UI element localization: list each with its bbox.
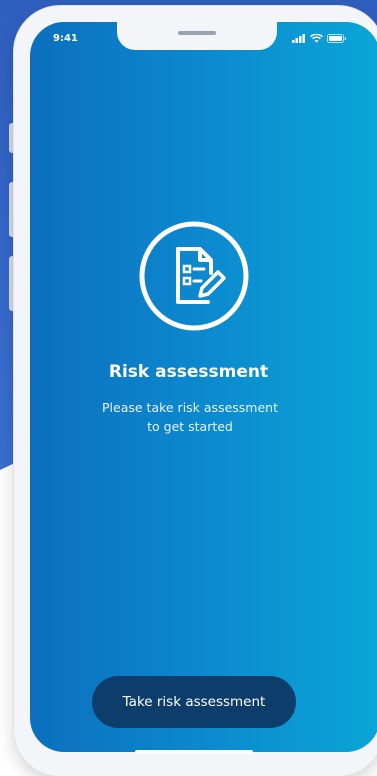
battery-icon: [327, 34, 347, 43]
subtitle-line-2: to get started: [147, 419, 233, 434]
subtitle-line-1: Please take risk assessment: [102, 400, 278, 415]
document-edit-icon: [139, 221, 249, 331]
status-icons: [292, 34, 347, 43]
phone-speaker: [178, 31, 216, 35]
phone-notch: [117, 22, 277, 50]
signal-icon: [292, 34, 305, 43]
home-indicator: [135, 750, 253, 754]
page-title: Risk assessment: [108, 362, 269, 382]
status-time: 9:41: [53, 33, 78, 44]
wifi-icon: [310, 34, 323, 43]
take-risk-assessment-button[interactable]: Take risk assessment: [92, 676, 296, 728]
phone-screen: [30, 22, 377, 752]
page-subtitle: Please take risk assessment to get start…: [60, 398, 320, 436]
